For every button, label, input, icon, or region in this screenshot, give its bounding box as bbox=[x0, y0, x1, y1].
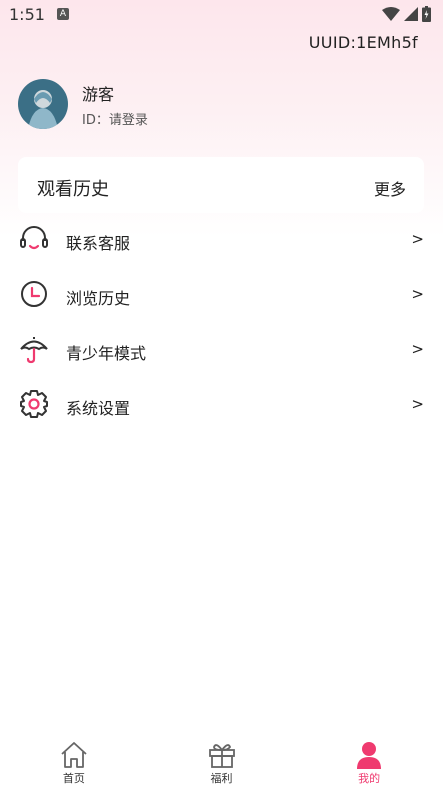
profile-section[interactable]: 游客 ID：请登录 bbox=[18, 79, 148, 129]
watch-history-card: 观看历史 更多 bbox=[18, 157, 424, 213]
tab-label: 福利 bbox=[210, 772, 233, 785]
user-icon bbox=[357, 742, 382, 769]
battery-icon bbox=[422, 6, 431, 22]
status-bar: 1:51 A bbox=[0, 0, 443, 30]
menu-item-label: 系统设置 bbox=[66, 399, 131, 418]
menu-item-contact-service[interactable]: 联系客服 > bbox=[0, 213, 443, 268]
gear-icon bbox=[20, 390, 48, 418]
tab-home[interactable]: 首页 bbox=[0, 735, 148, 789]
tab-label: 我的 bbox=[358, 772, 381, 785]
login-prompt[interactable]: ID：请登录 bbox=[82, 109, 148, 128]
watch-history-title: 观看历史 bbox=[37, 179, 109, 200]
umbrella-icon bbox=[20, 337, 48, 364]
gift-icon bbox=[208, 744, 235, 768]
signal-icon bbox=[404, 7, 418, 21]
home-icon bbox=[61, 742, 87, 768]
chevron-right-icon: > bbox=[411, 285, 424, 303]
status-icons bbox=[382, 6, 431, 22]
status-time: 1:51 bbox=[9, 5, 45, 24]
clock-icon bbox=[21, 281, 47, 307]
chevron-right-icon: > bbox=[411, 230, 424, 248]
menu-item-system-settings[interactable]: 系统设置 > bbox=[0, 378, 443, 433]
menu-item-label: 青少年模式 bbox=[66, 344, 147, 363]
bottom-tab-bar: 首页 福利 我的 bbox=[0, 735, 443, 789]
menu-item-browse-history[interactable]: 浏览历史 > bbox=[0, 268, 443, 323]
menu-item-youth-mode[interactable]: 青少年模式 > bbox=[0, 323, 443, 378]
notification-icon: A bbox=[57, 8, 69, 20]
watch-history-more-button[interactable]: 更多 bbox=[374, 176, 406, 200]
tab-welfare[interactable]: 福利 bbox=[148, 735, 296, 789]
chevron-right-icon: > bbox=[411, 395, 424, 413]
chevron-right-icon: > bbox=[411, 340, 424, 358]
tab-mine[interactable]: 我的 bbox=[295, 735, 443, 789]
menu-item-label: 联系客服 bbox=[66, 234, 131, 253]
menu-list: 联系客服 > 浏览历史 > 青少年模式 > 系统设置 > bbox=[0, 213, 443, 433]
profile-name: 游客 bbox=[82, 84, 115, 104]
uuid-label: UUID:1EMh5f bbox=[308, 33, 418, 52]
avatar[interactable] bbox=[18, 79, 68, 129]
headset-icon bbox=[20, 226, 48, 250]
tab-label: 首页 bbox=[62, 772, 85, 785]
menu-item-label: 浏览历史 bbox=[66, 289, 131, 308]
wifi-icon bbox=[382, 7, 400, 21]
